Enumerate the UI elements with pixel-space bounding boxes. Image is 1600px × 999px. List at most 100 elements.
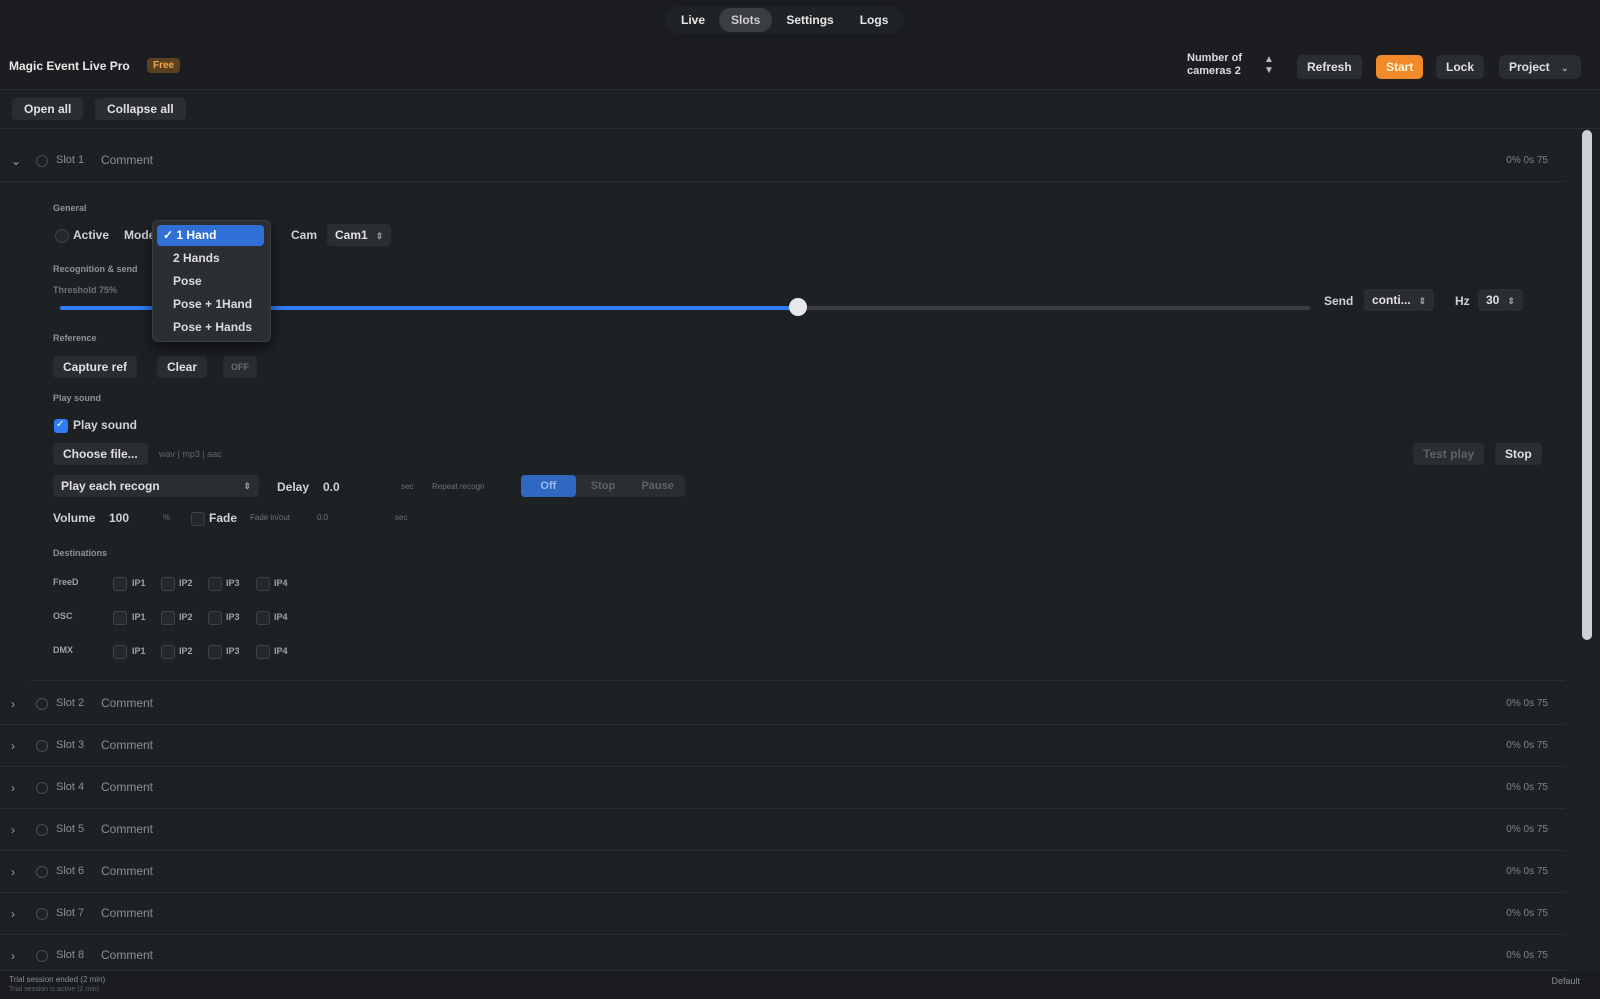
open-all-button[interactable]: Open all [12, 98, 84, 120]
slot-name: Slot 1 [56, 154, 85, 166]
delay-input[interactable]: 0.0 [323, 480, 340, 494]
chevron-up-icon[interactable]: ▲ [1262, 54, 1276, 65]
fade-inout-input[interactable]: 0.0 [317, 513, 328, 522]
active-toggle[interactable] [55, 229, 69, 243]
chevron-right-icon[interactable]: › [11, 865, 15, 879]
lock-button[interactable]: Lock [1436, 55, 1485, 79]
send-mode-select[interactable]: conti... ⇕ [1364, 289, 1435, 311]
test-play-button[interactable]: Test play [1413, 443, 1485, 465]
mode-option[interactable]: 2 Hands [157, 248, 264, 269]
cam-select[interactable]: Cam1 ⇕ [327, 224, 392, 246]
hz-select[interactable]: 30 ⇕ [1478, 289, 1523, 311]
dest-checkbox[interactable] [256, 577, 270, 591]
slot-row[interactable]: › Slot 2 Comment 0% 0s 75 [0, 684, 1565, 725]
repeat-segmented-control[interactable]: Off Stop Pause [521, 475, 685, 497]
slot-stats: 0% 0s 75 [1506, 908, 1548, 919]
play-sound-checkbox[interactable] [54, 419, 68, 433]
chevron-right-icon[interactable]: › [11, 949, 15, 963]
chevron-down-icon[interactable]: ⌄ [11, 154, 21, 168]
camera-count-stepper[interactable]: ▲ ▼ [1262, 54, 1276, 78]
slot-row[interactable]: › Slot 7 Comment 0% 0s 75 [0, 894, 1565, 935]
project-menu-button[interactable]: Project ⌄ [1499, 55, 1581, 79]
slot-stats: 0% 0s 75 [1506, 698, 1548, 709]
dest-checkbox[interactable] [256, 645, 270, 659]
chevron-right-icon[interactable]: › [11, 781, 15, 795]
fade-inout-label: Fade in/out [250, 513, 291, 522]
slot-name: Slot 6 [56, 865, 85, 877]
slot-row-1[interactable]: ⌄ Slot 1 Comment 0% 0s 75 [0, 141, 1565, 182]
profile-label[interactable]: Default [1551, 976, 1580, 986]
hz-value: 30 [1486, 293, 1500, 307]
slot-comment[interactable]: Comment [101, 822, 153, 836]
dest-checkbox[interactable] [113, 645, 127, 659]
dest-ip-label: IP1 [132, 612, 146, 622]
vertical-scrollbar[interactable] [1582, 130, 1592, 640]
reference-section-label: Reference [53, 333, 97, 343]
slot-row[interactable]: › Slot 8 Comment 0% 0s 75 [0, 936, 1565, 971]
slot-comment[interactable]: Comment [101, 864, 153, 878]
chevron-updown-icon: ⇕ [243, 481, 251, 491]
volume-input[interactable]: 100 [109, 511, 129, 525]
tab-logs[interactable]: Logs [848, 8, 901, 32]
slots-toolbar: Open all Collapse all [0, 90, 1600, 129]
fade-checkbox[interactable] [191, 512, 205, 526]
project-menu-label: Project [1509, 60, 1550, 74]
repeat-option-pause[interactable]: Pause [630, 475, 685, 497]
capture-ref-button[interactable]: Capture ref [53, 356, 138, 378]
slot-comment[interactable]: Comment [101, 780, 153, 794]
chevron-updown-icon: ⇕ [1418, 296, 1427, 306]
dest-ip-label: IP1 [132, 578, 146, 588]
threshold-slider-handle[interactable] [788, 298, 807, 316]
dest-checkbox[interactable] [208, 611, 222, 625]
slot-comment[interactable]: Comment [101, 738, 153, 752]
top-nav: Live Slots Settings Logs [0, 0, 1600, 44]
slot-comment[interactable]: Comment [101, 696, 153, 710]
slot-row[interactable]: › Slot 4 Comment 0% 0s 75 [0, 768, 1565, 809]
app-header: Magic Event Live Pro Free Number of came… [0, 45, 1600, 90]
dest-checkbox[interactable] [256, 611, 270, 625]
dest-checkbox[interactable] [161, 645, 175, 659]
dest-checkbox[interactable] [161, 611, 175, 625]
collapse-all-button[interactable]: Collapse all [95, 98, 186, 120]
file-types-hint: wav | mp3 | aac [159, 449, 222, 459]
mode-option[interactable]: Pose [157, 271, 264, 292]
play-mode-select[interactable]: Play each recogn ⇕ [53, 475, 259, 497]
repeat-option-off[interactable]: Off [521, 475, 576, 497]
tab-settings[interactable]: Settings [774, 8, 845, 32]
dest-checkbox[interactable] [161, 577, 175, 591]
chevron-right-icon[interactable]: › [11, 697, 15, 711]
dest-ip-label: IP2 [179, 612, 193, 622]
tab-slots[interactable]: Slots [719, 8, 773, 32]
mode-option[interactable]: Pose + Hands [157, 317, 264, 338]
general-section-label: General [53, 203, 87, 213]
refresh-button[interactable]: Refresh [1297, 55, 1362, 79]
slot-row[interactable]: › Slot 5 Comment 0% 0s 75 [0, 810, 1565, 851]
slot-name: Slot 3 [56, 739, 85, 751]
delay-unit: sec [401, 482, 414, 491]
slot-comment[interactable]: Comment [101, 153, 153, 167]
repeat-option-stop[interactable]: Stop [576, 475, 631, 497]
clear-button[interactable]: Clear [157, 356, 208, 378]
dest-checkbox[interactable] [208, 645, 222, 659]
slot-status-dot [36, 950, 48, 962]
play-mode-value: Play each recogn [61, 479, 160, 493]
stop-button[interactable]: Stop [1495, 443, 1542, 465]
choose-file-button[interactable]: Choose file... [53, 443, 148, 465]
mode-option-selected[interactable]: ✓ 1 Hand [157, 225, 264, 246]
chevron-down-icon[interactable]: ▼ [1262, 65, 1276, 76]
mode-dropdown-menu[interactable]: ✓ 1 Hand 2 Hands Pose Pose + 1Hand Pose … [152, 220, 271, 342]
slot-comment[interactable]: Comment [101, 906, 153, 920]
chevron-right-icon[interactable]: › [11, 823, 15, 837]
start-button[interactable]: Start [1376, 55, 1424, 79]
dest-checkbox[interactable] [113, 577, 127, 591]
slot-row[interactable]: › Slot 3 Comment 0% 0s 75 [0, 726, 1565, 767]
slot-comment[interactable]: Comment [101, 948, 153, 962]
slot-name: Slot 4 [56, 781, 85, 793]
mode-option[interactable]: Pose + 1Hand [157, 294, 264, 315]
chevron-right-icon[interactable]: › [11, 739, 15, 753]
tab-live[interactable]: Live [669, 8, 717, 32]
slot-row[interactable]: › Slot 6 Comment 0% 0s 75 [0, 852, 1565, 893]
chevron-right-icon[interactable]: › [11, 907, 15, 921]
dest-checkbox[interactable] [208, 577, 222, 591]
dest-checkbox[interactable] [113, 611, 127, 625]
